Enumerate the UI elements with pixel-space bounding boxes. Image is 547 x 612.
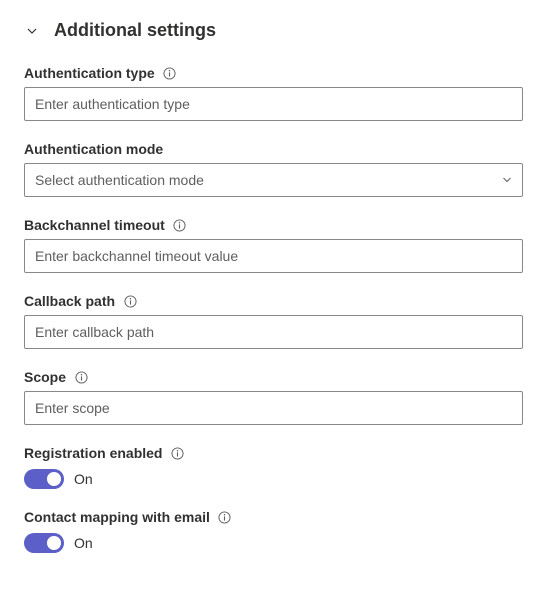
field-registration-enabled: Registration enabled On [24,445,523,489]
info-icon[interactable] [74,370,88,384]
field-label-row: Scope [24,369,523,385]
field-label-row: Authentication mode [24,141,523,157]
select-wrapper: Select authentication mode [24,163,523,197]
registration-enabled-toggle[interactable] [24,469,64,489]
scope-label: Scope [24,369,66,385]
field-label-row: Contact mapping with email [24,509,523,525]
auth-mode-label: Authentication mode [24,141,163,157]
auth-type-label: Authentication type [24,65,155,81]
contact-mapping-label: Contact mapping with email [24,509,210,525]
contact-mapping-toggle[interactable] [24,533,64,553]
info-icon[interactable] [218,510,232,524]
callback-path-label: Callback path [24,293,115,309]
scope-input[interactable] [24,391,523,425]
auth-type-input[interactable] [24,87,523,121]
registration-enabled-state: On [74,471,93,487]
section-header: Additional settings [24,20,523,41]
field-label-row: Backchannel timeout [24,217,523,233]
section-title: Additional settings [54,20,216,41]
contact-mapping-state: On [74,535,93,551]
info-icon[interactable] [163,66,177,80]
chevron-down-icon[interactable] [24,23,40,39]
toggle-knob [47,472,61,486]
info-icon[interactable] [123,294,137,308]
field-auth-mode: Authentication mode Select authenticatio… [24,141,523,197]
field-label-row: Authentication type [24,65,523,81]
backchannel-timeout-label: Backchannel timeout [24,217,165,233]
info-icon[interactable] [170,446,184,460]
backchannel-timeout-input[interactable] [24,239,523,273]
toggle-knob [47,536,61,550]
field-label-row: Registration enabled [24,445,523,461]
field-scope: Scope [24,369,523,425]
auth-mode-select[interactable]: Select authentication mode [24,163,523,197]
field-label-row: Callback path [24,293,523,309]
info-icon[interactable] [173,218,187,232]
field-contact-mapping: Contact mapping with email On [24,509,523,553]
field-backchannel-timeout: Backchannel timeout [24,217,523,273]
toggle-row: On [24,533,523,553]
registration-enabled-label: Registration enabled [24,445,162,461]
field-callback-path: Callback path [24,293,523,349]
callback-path-input[interactable] [24,315,523,349]
field-auth-type: Authentication type [24,65,523,121]
toggle-row: On [24,469,523,489]
